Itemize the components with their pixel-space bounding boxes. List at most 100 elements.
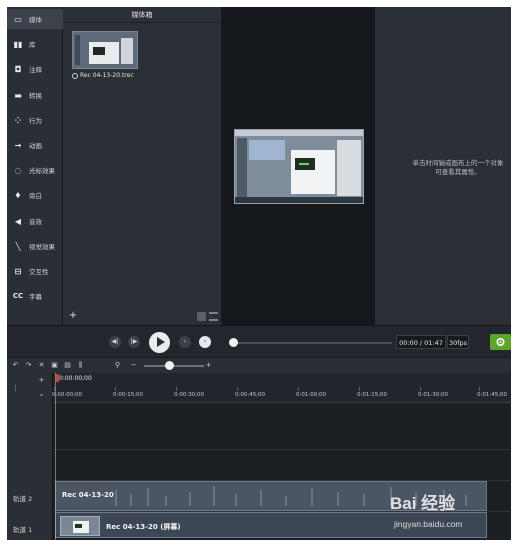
time-display: 00:00 / 01:47 xyxy=(396,335,446,349)
sidebar-item-animations[interactable]: → 动画 xyxy=(7,135,63,155)
sidebar-item-cursor-effects[interactable]: ◌ 光标效果 xyxy=(7,160,63,180)
sidebar-item-label: 注释 xyxy=(29,66,42,74)
ruler-tick-label: 0:01:00;00 xyxy=(296,392,327,398)
sidebar-item-interactivity[interactable]: ⊟ 交互性 xyxy=(7,261,63,281)
transition-icon: ▬ xyxy=(14,90,22,100)
sidebar-item-captions[interactable]: CC 字幕 xyxy=(7,286,63,306)
zoom-slider-handle[interactable] xyxy=(165,361,174,370)
annotation-icon: ◘ xyxy=(14,64,22,74)
sidebar-item-label: 视觉效果 xyxy=(29,243,55,251)
playback-controls: ◀| |▶ ‹ › 00:00 / 01:47 30fps xyxy=(7,325,511,357)
sidebar-item-label: 动画 xyxy=(29,142,42,150)
timeline-toolbar: ↶ ↷ ✕ ▣ ▤ ⫼ ⚲ − + xyxy=(7,357,511,373)
ruler-tick-label: 0:00:45;00 xyxy=(235,392,266,398)
paste-icon[interactable]: ▤ xyxy=(63,361,72,370)
speaker-icon: ◀ xyxy=(14,216,22,226)
split-icon[interactable]: ⫼ xyxy=(76,361,85,370)
sidebar-item-label: 转换 xyxy=(29,92,42,100)
properties-panel: 单击时间轴或画布上的一个对象 可查看其属性。 xyxy=(375,7,511,325)
canvas-video-preview[interactable] xyxy=(234,129,364,204)
next-icon[interactable]: › xyxy=(199,336,211,348)
video-clip-thumbnail xyxy=(60,516,100,536)
ruler-tick-line xyxy=(115,387,116,391)
properties-hint: 单击时间轴或画布上的一个对象 可查看其属性。 xyxy=(403,159,511,177)
sidebar-item-label: 行为 xyxy=(29,117,42,125)
sidebar-item-visual-effects[interactable]: ╲ 视觉效果 xyxy=(7,236,63,256)
sidebar-item-audio-effects[interactable]: ◀ 音效 xyxy=(7,211,63,231)
scrubber-handle[interactable] xyxy=(229,338,238,347)
media-icon: ▭ xyxy=(14,14,22,24)
collapse-chevron-icon[interactable]: ⌄ xyxy=(37,390,46,399)
track-headers: 轨道 2 轨道 1 xyxy=(7,403,53,540)
library-icon: ▮▮ xyxy=(13,39,23,49)
sidebar-item-annotations[interactable]: ◘ 注释 xyxy=(7,59,63,79)
properties-hint-line1: 单击时间轴或画布上的一个对象 xyxy=(412,159,504,167)
step-forward-icon[interactable]: |▶ xyxy=(128,336,140,348)
ruler-tick-label: 0:00:30;00 xyxy=(174,392,205,398)
sidebar-item-label: 库 xyxy=(29,41,36,49)
list-view-icon[interactable] xyxy=(209,312,218,321)
sidebar-item-behaviors[interactable]: ⁘ 行为 xyxy=(7,110,63,130)
canvas-area[interactable] xyxy=(222,7,375,325)
zoom-search-icon[interactable]: ⚲ xyxy=(113,361,122,370)
sidebar-item-narration[interactable]: ♦ 旁白 xyxy=(7,185,63,205)
track-header-controls: + ⌄ ⋮ xyxy=(7,373,53,403)
magic-wand-icon: ╲ xyxy=(15,241,21,251)
ruler-tick-line xyxy=(479,387,480,391)
media-bin-title: 媒体箱 xyxy=(63,7,221,23)
playhead-line[interactable] xyxy=(55,373,56,540)
zoom-out-icon[interactable]: − xyxy=(129,361,138,370)
redo-icon[interactable]: ↷ xyxy=(24,361,33,370)
ruler-tick-line xyxy=(176,387,177,391)
zoom-in-icon[interactable]: + xyxy=(204,361,213,370)
ruler-tick-line xyxy=(237,387,238,391)
microphone-icon: ♦ xyxy=(14,190,22,200)
add-track-icon[interactable]: + xyxy=(37,376,46,385)
track-separator xyxy=(53,449,511,450)
video-clip-name: Rec 04-13-20 (屏幕) xyxy=(106,523,181,531)
ruler-tick-label: 0:01:30;00 xyxy=(418,392,449,398)
sidebar-item-label: 音效 xyxy=(29,218,42,226)
clip-select-radio-icon[interactable] xyxy=(72,72,78,79)
ruler-tick-label: 0:01:45;00 xyxy=(477,392,508,398)
scrubber-track[interactable] xyxy=(232,342,392,344)
share-button[interactable] xyxy=(490,334,511,350)
media-clip-thumbnail[interactable] xyxy=(72,31,138,69)
sidebar-item-library[interactable]: ▮▮ 库 xyxy=(7,34,63,54)
animation-icon: → xyxy=(14,140,22,150)
watermark-url: jingyan.baidu.com xyxy=(394,519,463,529)
grid-view-icon[interactable] xyxy=(197,312,206,321)
sidebar-item-media[interactable]: ▭ 媒体 xyxy=(7,9,63,29)
media-clip-label[interactable]: Rec 04-13-20.trec xyxy=(72,72,134,79)
sidebar-item-label: 光标效果 xyxy=(29,167,55,175)
media-bin-panel: 媒体箱 Rec 04-13-20.trec + xyxy=(63,7,222,325)
previous-icon[interactable]: ‹ xyxy=(179,336,191,348)
track-1-label[interactable]: 轨道 1 xyxy=(13,524,32,534)
zoom-slider-track[interactable] xyxy=(144,365,204,367)
ruler-tick-line xyxy=(298,387,299,391)
cut-icon[interactable]: ✕ xyxy=(37,361,46,370)
media-clip-name: Rec 04-13-20.trec xyxy=(80,72,134,79)
undo-icon[interactable]: ↶ xyxy=(11,361,20,370)
play-button[interactable] xyxy=(149,332,170,353)
ruler-tick-line xyxy=(359,387,360,391)
copy-icon[interactable]: ▣ xyxy=(50,361,59,370)
baidu-watermark: Bai 经验 jingyan.baidu.com xyxy=(386,483,514,539)
ruler-tick-label: 0:00:15;00 xyxy=(113,392,144,398)
track-2-label[interactable]: 轨道 2 xyxy=(13,493,32,503)
behavior-icon: ⁘ xyxy=(14,115,22,125)
captions-icon: CC xyxy=(12,292,24,300)
tools-sidebar: ▭ 媒体 ▮▮ 库 ◘ 注释 ▬ 转换 ⁘ 行为 → 动画 ◌ 光标效果 ♦ 旁 xyxy=(7,7,63,325)
sidebar-item-label: 字幕 xyxy=(29,293,42,301)
timeline-ruler[interactable]: 0:00:00;00 0:00:00;00 0:00:15;00 0:00:30… xyxy=(52,373,511,403)
cursor-effect-icon: ◌ xyxy=(14,165,22,175)
audio-clip-name: Rec 04-13-20 xyxy=(62,491,114,499)
ruler-tick-line xyxy=(420,387,421,391)
track-options-icon[interactable]: ⋮ xyxy=(11,384,20,393)
camtasia-window: ▭ 媒体 ▮▮ 库 ◘ 注释 ▬ 转换 ⁘ 行为 → 动画 ◌ 光标效果 ♦ 旁 xyxy=(7,7,511,540)
add-media-button[interactable]: + xyxy=(68,311,78,321)
sidebar-item-transitions[interactable]: ▬ 转换 xyxy=(7,85,63,105)
sidebar-item-label: 媒体 xyxy=(29,16,42,24)
fps-display[interactable]: 30fps xyxy=(447,335,469,349)
step-back-icon[interactable]: ◀| xyxy=(109,336,121,348)
